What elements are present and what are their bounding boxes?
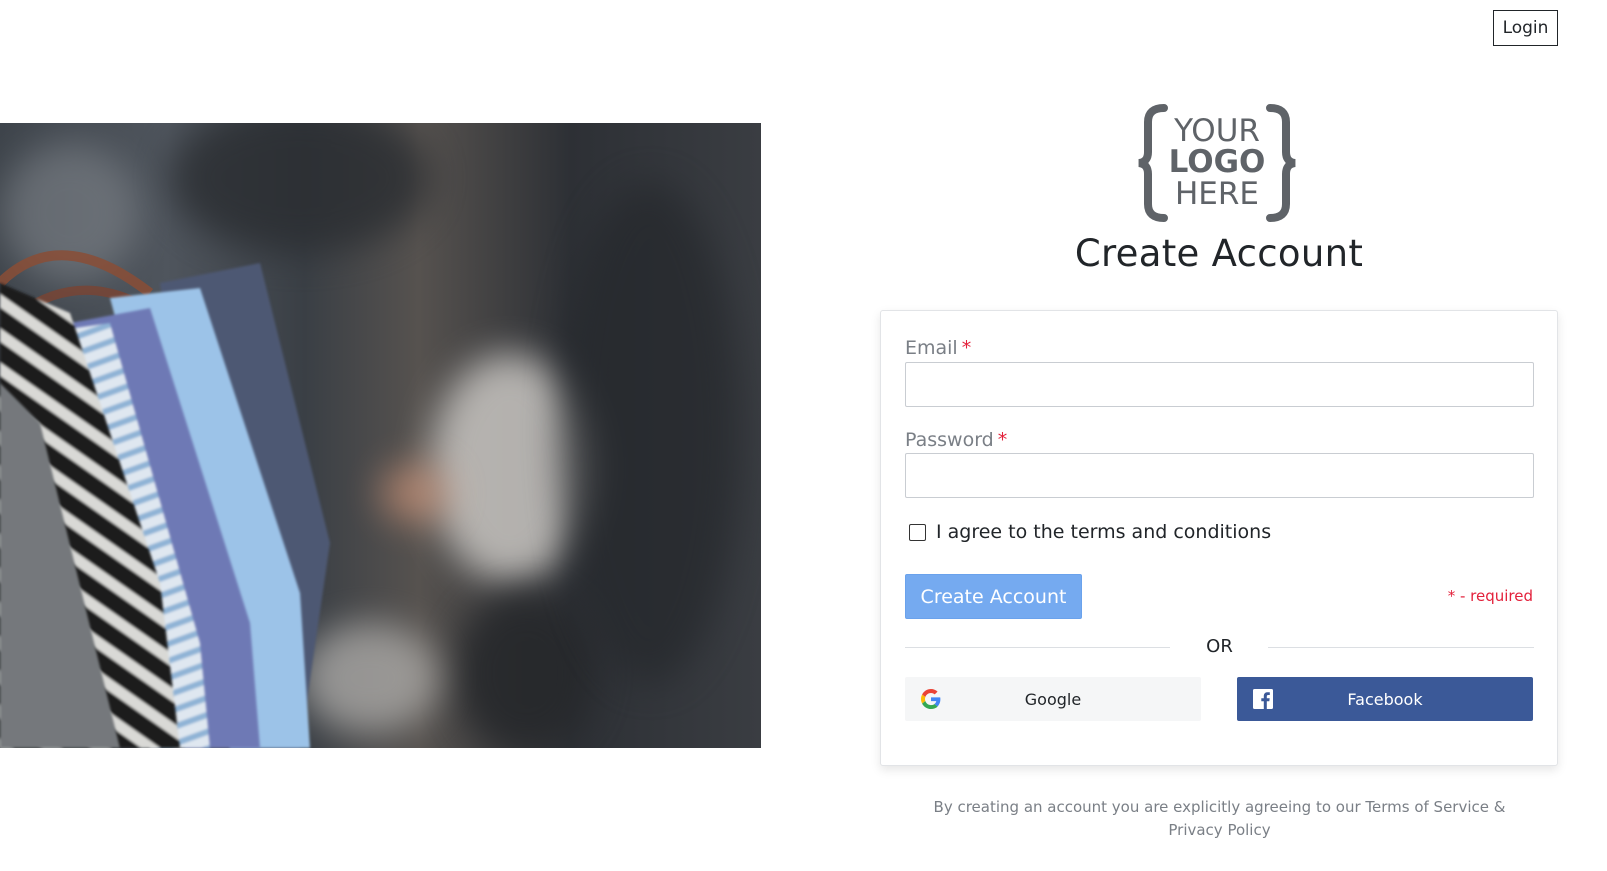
logo-line-3: HERE <box>1175 176 1259 212</box>
clothes-rack-graphic <box>0 250 330 748</box>
google-icon <box>921 689 941 709</box>
create-account-button[interactable]: Create Account <box>905 574 1082 619</box>
logo-line-2: LOGO <box>1169 144 1266 180</box>
divider-line-right <box>1268 647 1534 648</box>
terms-checkbox[interactable] <box>909 523 926 541</box>
signup-card: Email * Password * I agree to the terms an… <box>880 310 1558 766</box>
google-label: Google <box>1024 689 1082 709</box>
terms-footer-note: By creating an account you are explicitl… <box>933 798 1506 839</box>
required-marker: * <box>997 429 1008 451</box>
required-note: * - required <box>1447 587 1533 605</box>
facebook-signin-button[interactable]: Facebook <box>1237 677 1533 721</box>
password-input[interactable] <box>905 453 1534 498</box>
company-logo: YOUR LOGO HERE <box>1138 104 1296 222</box>
login-button[interactable]: Login <box>1493 10 1558 46</box>
page-title: Create Account <box>1074 232 1364 275</box>
terms-row: I agree to the terms and conditions <box>909 521 1271 543</box>
email-input[interactable] <box>905 362 1534 407</box>
facebook-icon <box>1253 689 1273 709</box>
email-label: Email * <box>905 337 972 359</box>
password-label: Password * <box>905 429 1008 451</box>
or-divider: OR <box>905 636 1534 660</box>
facebook-label: Facebook <box>1347 689 1423 709</box>
hero-image <box>0 123 761 748</box>
google-signin-button[interactable]: Google <box>905 677 1201 721</box>
required-marker: * <box>961 337 972 359</box>
terms-label: I agree to the terms and conditions <box>936 521 1272 543</box>
